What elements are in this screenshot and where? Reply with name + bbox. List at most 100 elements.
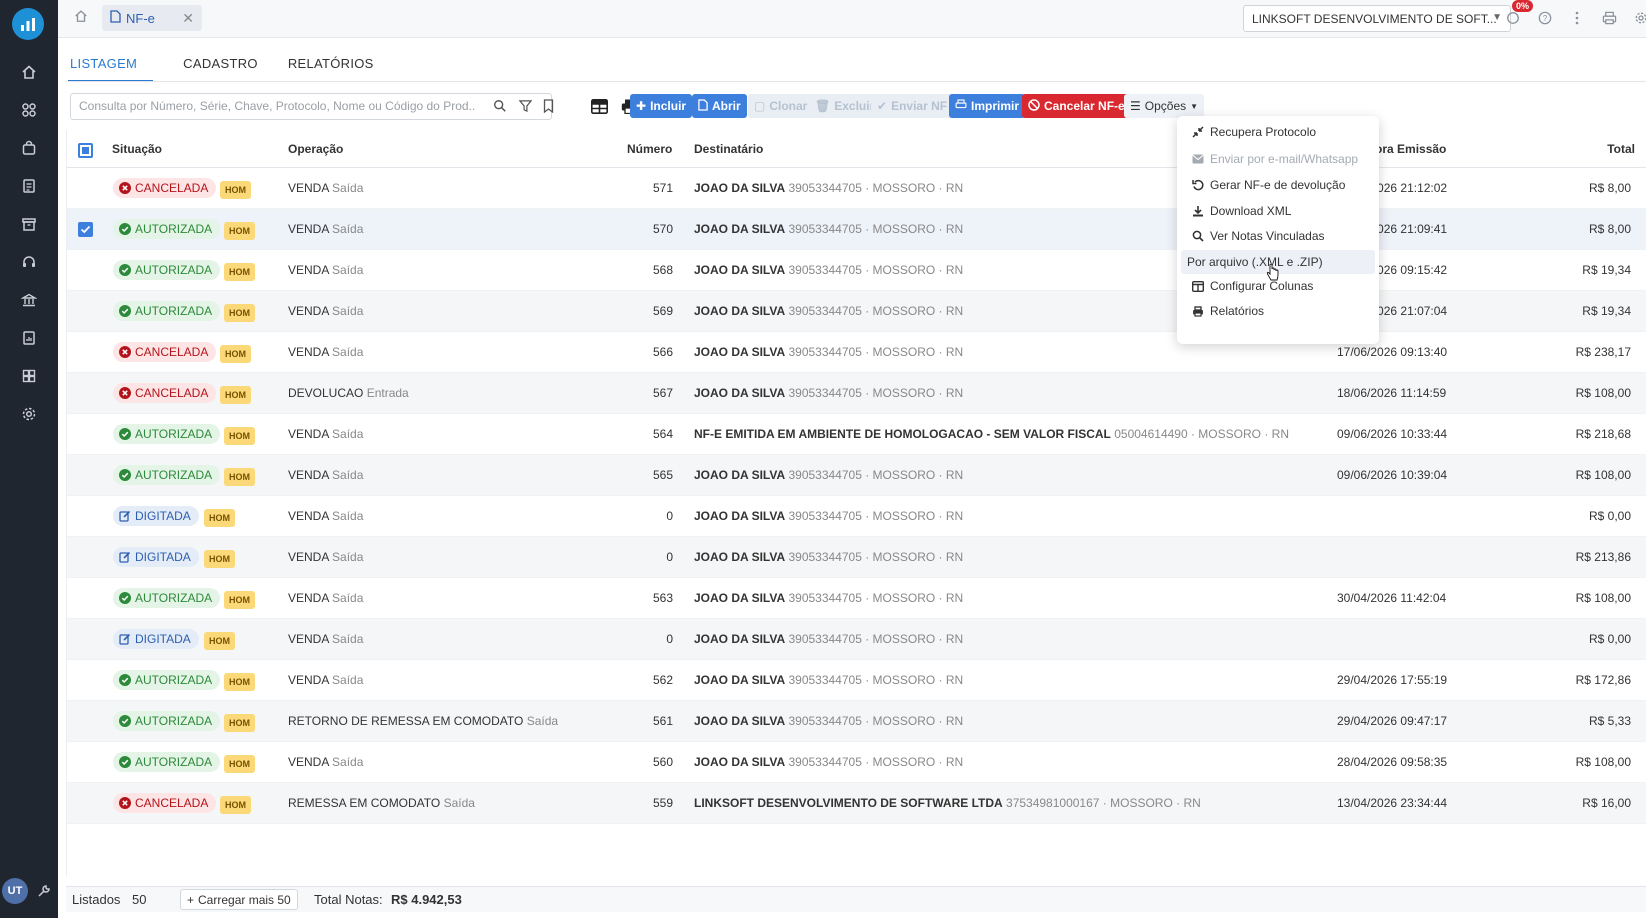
incluir-button[interactable]: ✚ Incluir [630, 94, 693, 118]
enviar-nf-button[interactable]: ✔ Enviar NF [871, 94, 954, 118]
listados-label: Listados [72, 892, 121, 907]
printer-icon [955, 99, 967, 113]
document-nav-icon[interactable] [13, 173, 45, 199]
table-row[interactable]: AUTORIZADA HOM VENDA Saída 560 JOAO DA SILVA… [67, 742, 1646, 783]
settings-icon[interactable] [1630, 9, 1646, 27]
col-situacao[interactable]: Situação [112, 142, 162, 156]
more-vertical-icon[interactable] [1566, 9, 1588, 27]
menu-item[interactable]: Enviar por e-mail/Whatsapp [1181, 147, 1375, 171]
notification-icon[interactable]: 0% [1502, 0, 1534, 27]
bank-nav-icon[interactable] [13, 287, 45, 313]
tab-relatorios[interactable]: RELATÓRIOS [288, 46, 374, 82]
menu-item[interactable]: Ver Notas Vinculadas [1181, 224, 1375, 248]
table-row[interactable]: CANCELADA HOM VENDA Saída 571 JOAO DA SILVA … [67, 168, 1646, 209]
menu-item[interactable]: Relatórios [1181, 299, 1375, 323]
headset-nav-icon[interactable] [13, 249, 45, 275]
row-checkbox[interactable] [78, 796, 93, 811]
archive-nav-icon[interactable] [13, 211, 45, 237]
total-cell: R$ 8,00 [1588, 222, 1631, 236]
table-row[interactable]: CANCELADA HOM DEVOLUCAO Entrada 567 JOAO DA … [67, 373, 1646, 414]
row-checkbox[interactable] [78, 386, 93, 401]
row-checkbox[interactable] [78, 591, 93, 606]
tools-icon[interactable] [36, 883, 52, 902]
col-total[interactable]: Total [1607, 142, 1635, 156]
operation-type: Saída [332, 181, 364, 195]
help-icon[interactable]: ? [1534, 9, 1556, 27]
table-row[interactable]: DIGITADA HOM VENDA Saída 0 JOAO DA SILVA 390… [67, 619, 1646, 660]
status-badge: AUTORIZADA [113, 752, 221, 772]
col-numero[interactable]: Número [627, 142, 672, 156]
row-checkbox[interactable] [78, 263, 93, 278]
select-all-checkbox[interactable] [78, 143, 93, 158]
menu-item[interactable]: Download XML [1181, 199, 1375, 223]
table-row[interactable]: DIGITADA HOM VENDA Saída 0 JOAO DA SILVA 390… [67, 496, 1646, 537]
recipient-cell: JOAO DA SILVA 39053344705 · MOSSORO · RN [694, 509, 963, 523]
emission-date-cell: 30/04/2026 11:42:04 [1337, 591, 1447, 605]
clonar-button[interactable]: ▢ Clonar [748, 94, 814, 118]
check-circle-icon [119, 428, 131, 440]
row-checkbox[interactable] [78, 222, 93, 237]
row-checkbox[interactable] [78, 345, 93, 360]
recipient-cell: JOAO DA SILVA 39053344705 · MOSSORO · RN [694, 345, 963, 359]
recipient-details: 39053344705 · MOSSORO · RN [788, 345, 964, 359]
table-row[interactable]: AUTORIZADA HOM VENDA Saída 562 JOAO DA SILVA… [67, 660, 1646, 701]
total-cell: R$ 108,00 [1575, 386, 1631, 400]
row-checkbox[interactable] [78, 509, 93, 524]
apps-nav-icon[interactable] [13, 97, 45, 123]
row-checkbox[interactable] [78, 714, 93, 729]
settings-nav-icon[interactable] [13, 401, 45, 427]
report-nav-icon[interactable] [13, 325, 45, 351]
col-destinatario[interactable]: Destinatário [694, 142, 763, 156]
row-checkbox[interactable] [78, 632, 93, 647]
table-row[interactable]: AUTORIZADA HOM VENDA Saída 570 JOAO DA SILVA… [67, 209, 1646, 250]
row-checkbox[interactable] [78, 304, 93, 319]
home-icon[interactable] [74, 9, 88, 26]
row-checkbox[interactable] [78, 468, 93, 483]
home-nav-icon[interactable] [13, 59, 45, 85]
row-checkbox[interactable] [78, 550, 93, 565]
menu-item[interactable]: Gerar NF-e de devolução [1181, 173, 1375, 197]
clonar-label: Clonar [769, 99, 808, 113]
search-icon[interactable] [493, 99, 507, 116]
table-row[interactable]: DIGITADA HOM VENDA Saída 0 JOAO DA SILVA 390… [67, 537, 1646, 578]
check-circle-icon: ✔ [877, 99, 888, 113]
company-select[interactable]: LINKSOFT DESENVOLVIMENTO DE SOFT... ▼ [1243, 5, 1511, 32]
table-view-icon[interactable] [588, 94, 610, 118]
shopping-bag-nav-icon[interactable] [13, 135, 45, 161]
tab-cadastro[interactable]: CADASTRO [183, 46, 258, 82]
row-checkbox[interactable] [78, 673, 93, 688]
bookmark-icon[interactable] [543, 99, 554, 116]
table-row[interactable]: CANCELADA HOM REMESSA EM COMODATO Saída 559… [67, 783, 1646, 824]
tab-listagem[interactable]: LISTAGEM [68, 46, 154, 82]
status-badge: CANCELADA [113, 793, 217, 813]
dashboard-nav-icon[interactable] [13, 363, 45, 389]
app-logo-icon[interactable] [12, 8, 44, 40]
user-avatar[interactable]: UT [2, 878, 28, 904]
recipient-cell: NF-E EMITIDA EM AMBIENTE DE HOMOLOGACAO … [694, 427, 1289, 441]
close-tab-icon[interactable]: ✕ [182, 10, 194, 27]
excluir-button[interactable]: 🗑 Excluir [809, 94, 881, 118]
menu-item[interactable]: Recupera Protocolo [1181, 120, 1375, 144]
col-operacao[interactable]: Operação [288, 142, 343, 156]
load-more-button[interactable]: + Carregar mais 50 [180, 889, 298, 910]
abrir-button[interactable]: Abrir [692, 94, 747, 118]
table-row[interactable]: AUTORIZADA HOM VENDA Saída 565 JOAO DA SILVA… [67, 455, 1646, 496]
imprimir-button[interactable]: Imprimir [949, 94, 1026, 118]
search-input[interactable] [79, 99, 475, 113]
row-checkbox[interactable] [78, 181, 93, 196]
table-row[interactable]: CANCELADA HOM VENDA Saída 566 JOAO DA SILVA … [67, 332, 1646, 373]
opcoes-button[interactable]: ☰ Opções ▼ [1124, 94, 1205, 118]
cancelar-nfe-button[interactable]: Cancelar NF-e [1022, 94, 1131, 118]
table-row[interactable]: AUTORIZADA HOM VENDA Saída 563 JOAO DA SILVA… [67, 578, 1646, 619]
recipient-name: JOAO DA SILVA [694, 673, 786, 687]
table-row[interactable]: AUTORIZADA HOM VENDA Saída 564 NF-E EMITIDA … [67, 414, 1646, 455]
open-tab-nfe[interactable]: NF-e ✕ [102, 5, 202, 31]
row-checkbox[interactable] [78, 755, 93, 770]
printer-icon[interactable] [1598, 9, 1620, 27]
table-row[interactable]: AUTORIZADA HOM VENDA Saída 569 JOAO DA SILVA… [67, 291, 1646, 332]
table-row[interactable]: AUTORIZADA HOM VENDA Saída 568 JOAO DA SILVA… [67, 250, 1646, 291]
filter-icon[interactable] [518, 99, 533, 116]
recipient-cell: JOAO DA SILVA 39053344705 · MOSSORO · RN [694, 673, 963, 687]
table-row[interactable]: AUTORIZADA HOM RETORNO DE REMESSA EM COMOD… [67, 701, 1646, 742]
row-checkbox[interactable] [78, 427, 93, 442]
